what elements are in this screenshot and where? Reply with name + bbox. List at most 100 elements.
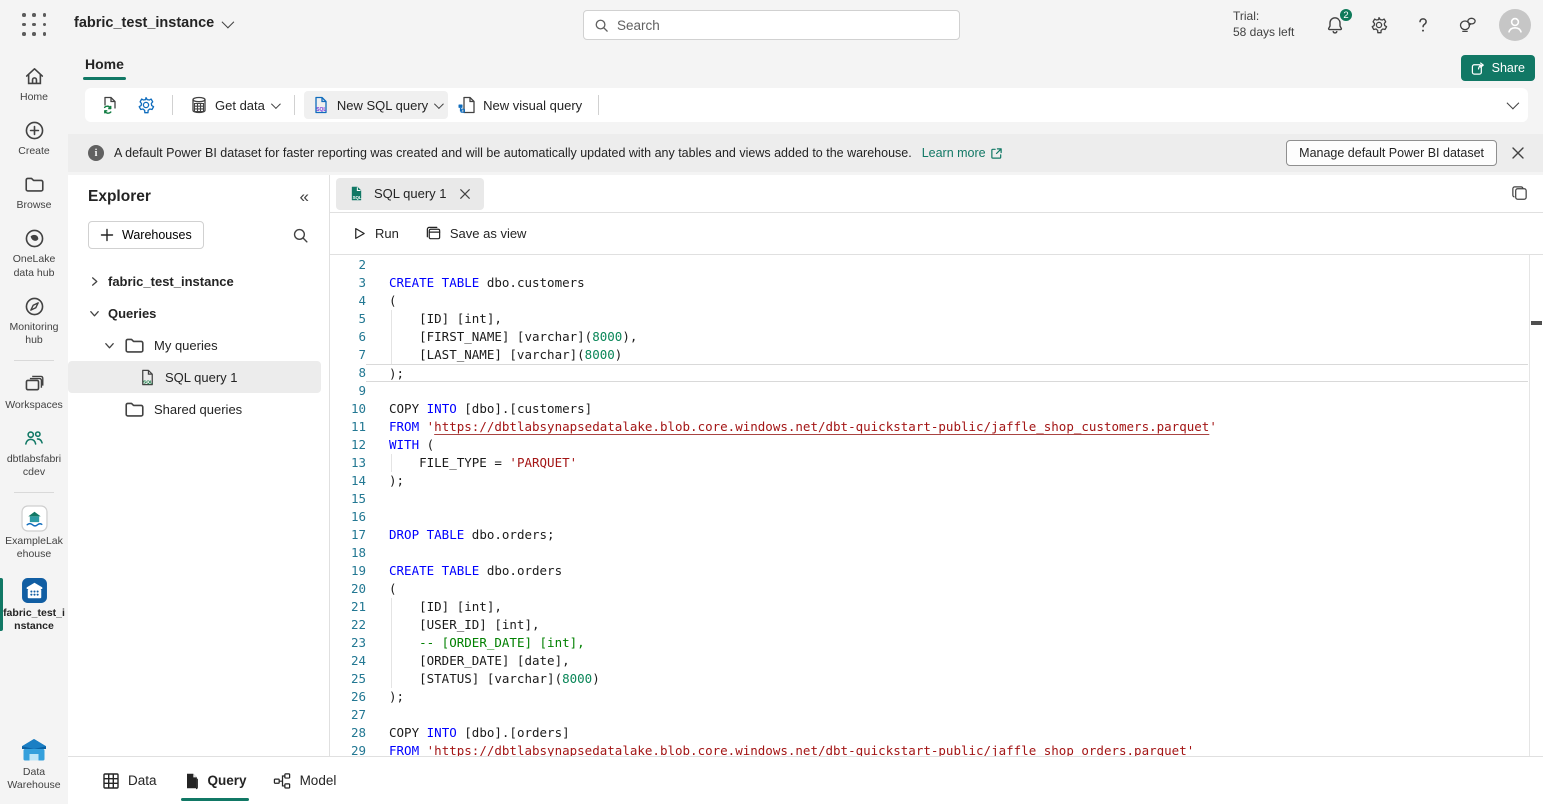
line-content bbox=[366, 544, 1528, 562]
tree-item-shared-queries[interactable]: Shared queries bbox=[68, 393, 321, 425]
scrollbar-thumb[interactable] bbox=[1531, 321, 1542, 325]
chevron-down-icon[interactable] bbox=[88, 308, 100, 319]
line-content bbox=[366, 508, 1528, 526]
view-tab-model[interactable]: Model bbox=[265, 757, 345, 804]
rail-item-label: fabric_test_instance bbox=[3, 607, 65, 633]
manage-dataset-button[interactable]: Manage default Power BI dataset bbox=[1286, 140, 1497, 166]
learn-more-link[interactable]: Learn more bbox=[922, 146, 1003, 160]
plus-icon bbox=[100, 228, 114, 242]
line-content: [ID] [int], bbox=[366, 598, 1528, 616]
view-tab-label: Model bbox=[300, 773, 337, 788]
ribbon-toolbar: Get data SQL New SQL query New visual qu… bbox=[85, 88, 1528, 122]
run-button[interactable]: Run bbox=[352, 226, 399, 241]
line-number: 3 bbox=[330, 274, 366, 292]
folder-icon bbox=[123, 334, 146, 357]
account-avatar[interactable] bbox=[1499, 9, 1531, 41]
gear-icon bbox=[136, 95, 156, 115]
line-content: WITH ( bbox=[366, 436, 1528, 454]
code-line-11: 11FROM 'https://dbtlabsynapsedatalake.bl… bbox=[330, 418, 1528, 436]
search-input[interactable]: Search bbox=[583, 10, 960, 40]
query-tab[interactable]: SQL SQL query 1 bbox=[336, 178, 484, 210]
new-visual-query-button[interactable]: New visual query bbox=[450, 91, 589, 119]
get-data-button[interactable]: Get data bbox=[182, 91, 285, 119]
code-line-18: 18 bbox=[330, 544, 1528, 562]
rail-item-label: dbtlabsfabricdev bbox=[7, 453, 61, 479]
settings-button[interactable] bbox=[1367, 13, 1391, 37]
database-icon bbox=[189, 95, 209, 115]
close-tab-icon[interactable] bbox=[456, 185, 474, 203]
code-line-26: 26); bbox=[330, 688, 1528, 706]
external-link-icon bbox=[990, 147, 1003, 160]
rail-item-label: ExampleLakehouse bbox=[5, 535, 63, 561]
stack-icon bbox=[23, 373, 46, 396]
chevron-right-icon[interactable] bbox=[88, 276, 100, 287]
code-line-14: 14); bbox=[330, 472, 1528, 490]
code-line-3: 3CREATE TABLE dbo.customers bbox=[330, 274, 1528, 292]
line-number: 19 bbox=[330, 562, 366, 580]
rail-item-item-fabric-test-instance[interactable]: fabric_test_instance bbox=[0, 570, 68, 641]
new-report-button[interactable] bbox=[93, 91, 127, 119]
search-icon bbox=[594, 18, 609, 33]
workspace-switcher[interactable]: fabric_test_instance bbox=[74, 15, 231, 31]
rail-item-home[interactable]: Home bbox=[0, 58, 68, 112]
add-warehouses-button[interactable]: Warehouses bbox=[88, 221, 204, 249]
copy-icon[interactable] bbox=[1510, 184, 1529, 203]
save-as-view-button[interactable]: Save as view bbox=[425, 225, 527, 242]
new-sql-query-button[interactable]: SQL New SQL query bbox=[304, 91, 448, 119]
line-number: 25 bbox=[330, 670, 366, 688]
compass-icon bbox=[23, 295, 46, 318]
line-content bbox=[366, 490, 1528, 508]
rail-item-label: Workspaces bbox=[5, 399, 63, 412]
query-toolbar: Run Save as view bbox=[330, 213, 1543, 255]
code-line-13: 13 FILE_TYPE = 'PARQUET' bbox=[330, 454, 1528, 472]
line-content: [ORDER_DATE] [date], bbox=[366, 652, 1528, 670]
sql-file-green-icon: SQL bbox=[348, 185, 365, 202]
line-content: [FIRST_NAME] [varchar](8000), bbox=[366, 328, 1528, 346]
line-number: 13 bbox=[330, 454, 366, 472]
code-line-27: 27 bbox=[330, 706, 1528, 724]
rail-item-onelake-data-hub[interactable]: OneLakedata hub bbox=[0, 220, 68, 287]
chevron-down-icon bbox=[271, 99, 281, 109]
tree-item-fabric-test-instance[interactable]: fabric_test_instance bbox=[68, 265, 321, 297]
tree-item-my-queries[interactable]: My queries bbox=[68, 329, 321, 361]
view-tab-query[interactable]: Query bbox=[175, 757, 255, 804]
rail-item-monitoring-hub[interactable]: Monitoringhub bbox=[0, 288, 68, 355]
tree-item-queries[interactable]: Queries bbox=[68, 297, 321, 329]
rail-item-data-warehouse[interactable]: DataWarehouse bbox=[0, 730, 68, 800]
chevron-down-icon[interactable] bbox=[103, 340, 115, 351]
line-number: 12 bbox=[330, 436, 366, 454]
info-icon: i bbox=[88, 145, 104, 161]
share-button[interactable]: Share bbox=[1461, 55, 1535, 81]
query-pane: SQL SQL query 1 Run Save as view bbox=[330, 175, 1543, 756]
rail-item-item-examplelakehouse[interactable]: ExampleLakehouse bbox=[0, 498, 68, 569]
collapse-ribbon-icon[interactable] bbox=[1507, 97, 1520, 110]
code-line-21: 21 [ID] [int], bbox=[330, 598, 1528, 616]
settings-gear-button[interactable] bbox=[129, 91, 163, 119]
feedback-button[interactable] bbox=[1455, 13, 1479, 37]
bottom-view-switcher: DataQuery Model bbox=[68, 756, 1543, 804]
explorer-tree: fabric_test_instanceQueriesMy queriesSQL… bbox=[68, 265, 329, 425]
tree-item-sql-query-1[interactable]: SQLSQL query 1 bbox=[68, 361, 321, 393]
collapse-explorer-icon[interactable]: « bbox=[300, 187, 309, 207]
sql-editor[interactable]: 23CREATE TABLE dbo.customers4(5 [ID] [in… bbox=[330, 255, 1543, 756]
left-nav-rail: HomeCreate Browse OneLakedata hubMonitorin… bbox=[0, 50, 68, 804]
explorer-search-icon[interactable] bbox=[292, 227, 309, 244]
code-line-10: 10COPY INTO [dbo].[customers] bbox=[330, 400, 1528, 418]
rail-item-create[interactable]: Create bbox=[0, 112, 68, 166]
app-launcher-icon[interactable] bbox=[22, 13, 48, 37]
notifications-button[interactable]: 2 bbox=[1323, 13, 1347, 37]
rail-item-label: Browse bbox=[16, 199, 51, 212]
rail-item-workspaces[interactable]: Workspaces bbox=[0, 366, 68, 420]
tab-home[interactable]: Home bbox=[85, 56, 124, 80]
people-icon bbox=[22, 427, 46, 450]
rail-item-workspace-dbtlabsfabricdev[interactable]: dbtlabsfabricdev bbox=[0, 420, 68, 487]
editor-overview-ruler[interactable] bbox=[1529, 255, 1543, 756]
help-button[interactable] bbox=[1411, 13, 1435, 37]
sql-file-icon: SQL bbox=[138, 368, 157, 387]
view-tab-data[interactable]: Data bbox=[94, 757, 165, 804]
rail-divider bbox=[14, 360, 54, 361]
line-number: 28 bbox=[330, 724, 366, 742]
line-number: 27 bbox=[330, 706, 366, 724]
rail-item-browse[interactable]: Browse bbox=[0, 166, 68, 220]
banner-close-icon[interactable] bbox=[1507, 142, 1529, 164]
